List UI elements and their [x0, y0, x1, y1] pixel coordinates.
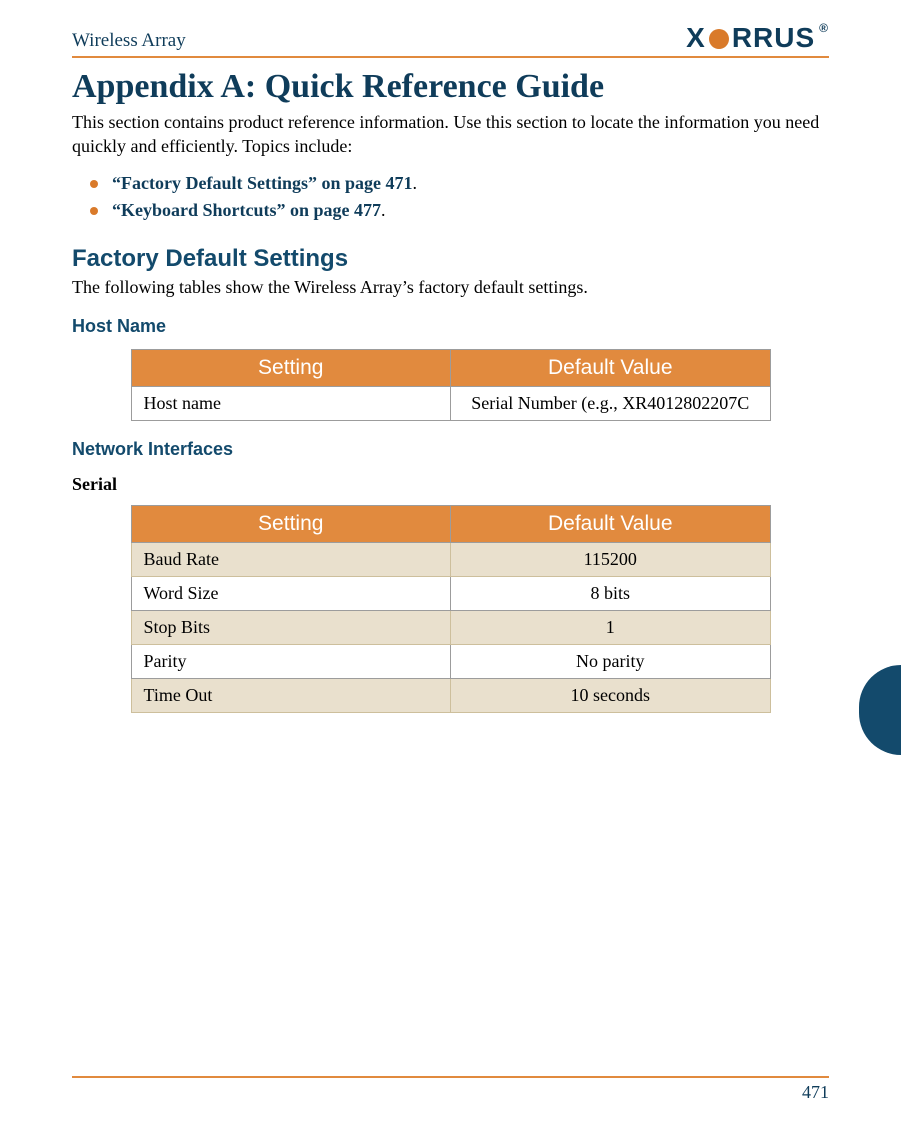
- cell-value: Serial Number (e.g., XR4012802207C: [451, 386, 771, 420]
- topic-suffix: .: [412, 173, 417, 193]
- intro-paragraph: This section contains product reference …: [72, 110, 829, 159]
- table-header-value: Default Value: [451, 349, 771, 386]
- cell-setting: Time Out: [131, 678, 451, 712]
- brand-logo: X RRUS ®: [686, 24, 829, 52]
- cell-setting: Word Size: [131, 576, 451, 610]
- topic-link-keyboard-shortcuts[interactable]: “Keyboard Shortcuts” on page 477: [112, 200, 381, 220]
- table-header-value: Default Value: [451, 505, 771, 542]
- section-intro: The following tables show the Wireless A…: [72, 277, 829, 298]
- cell-setting: Stop Bits: [131, 610, 451, 644]
- cell-value: 115200: [451, 542, 771, 576]
- cell-value: No parity: [451, 644, 771, 678]
- cell-setting: Host name: [131, 386, 451, 420]
- page-number: 471: [802, 1082, 829, 1102]
- logo-letter-x: X: [686, 24, 706, 52]
- cell-value: 8 bits: [451, 576, 771, 610]
- table-row: Parity No parity: [131, 644, 770, 678]
- host-name-table: Setting Default Value Host name Serial N…: [131, 349, 771, 421]
- topic-link-factory-defaults[interactable]: “Factory Default Settings” on page 471: [112, 173, 412, 193]
- appendix-title: Appendix A: Quick Reference Guide: [72, 68, 829, 106]
- page-header: Wireless Array X RRUS ®: [72, 24, 829, 58]
- table-header-setting: Setting: [131, 349, 451, 386]
- cell-value: 1: [451, 610, 771, 644]
- table-row: Host name Serial Number (e.g., XR4012802…: [131, 386, 770, 420]
- cell-setting: Baud Rate: [131, 542, 451, 576]
- table-row: Time Out 10 seconds: [131, 678, 770, 712]
- topic-suffix: .: [381, 200, 386, 220]
- page-footer: 471: [72, 1076, 829, 1103]
- subheading-serial: Serial: [72, 474, 829, 495]
- subheading-network-interfaces: Network Interfaces: [72, 439, 829, 460]
- cell-setting: Parity: [131, 644, 451, 678]
- registered-mark-icon: ®: [819, 22, 829, 34]
- list-item: “Factory Default Settings” on page 471.: [112, 173, 829, 194]
- serial-table: Setting Default Value Baud Rate 115200 W…: [131, 505, 771, 713]
- logo-text: RRUS: [732, 24, 815, 52]
- table-header-setting: Setting: [131, 505, 451, 542]
- table-row: Stop Bits 1: [131, 610, 770, 644]
- section-heading-factory-defaults: Factory Default Settings: [72, 245, 829, 273]
- doc-title: Wireless Array: [72, 30, 186, 52]
- subheading-host-name: Host Name: [72, 316, 829, 337]
- topics-list: “Factory Default Settings” on page 471. …: [72, 173, 829, 221]
- logo-dot-icon: [709, 29, 729, 49]
- cell-value: 10 seconds: [451, 678, 771, 712]
- list-item: “Keyboard Shortcuts” on page 477.: [112, 200, 829, 221]
- table-row: Word Size 8 bits: [131, 576, 770, 610]
- table-row: Baud Rate 115200: [131, 542, 770, 576]
